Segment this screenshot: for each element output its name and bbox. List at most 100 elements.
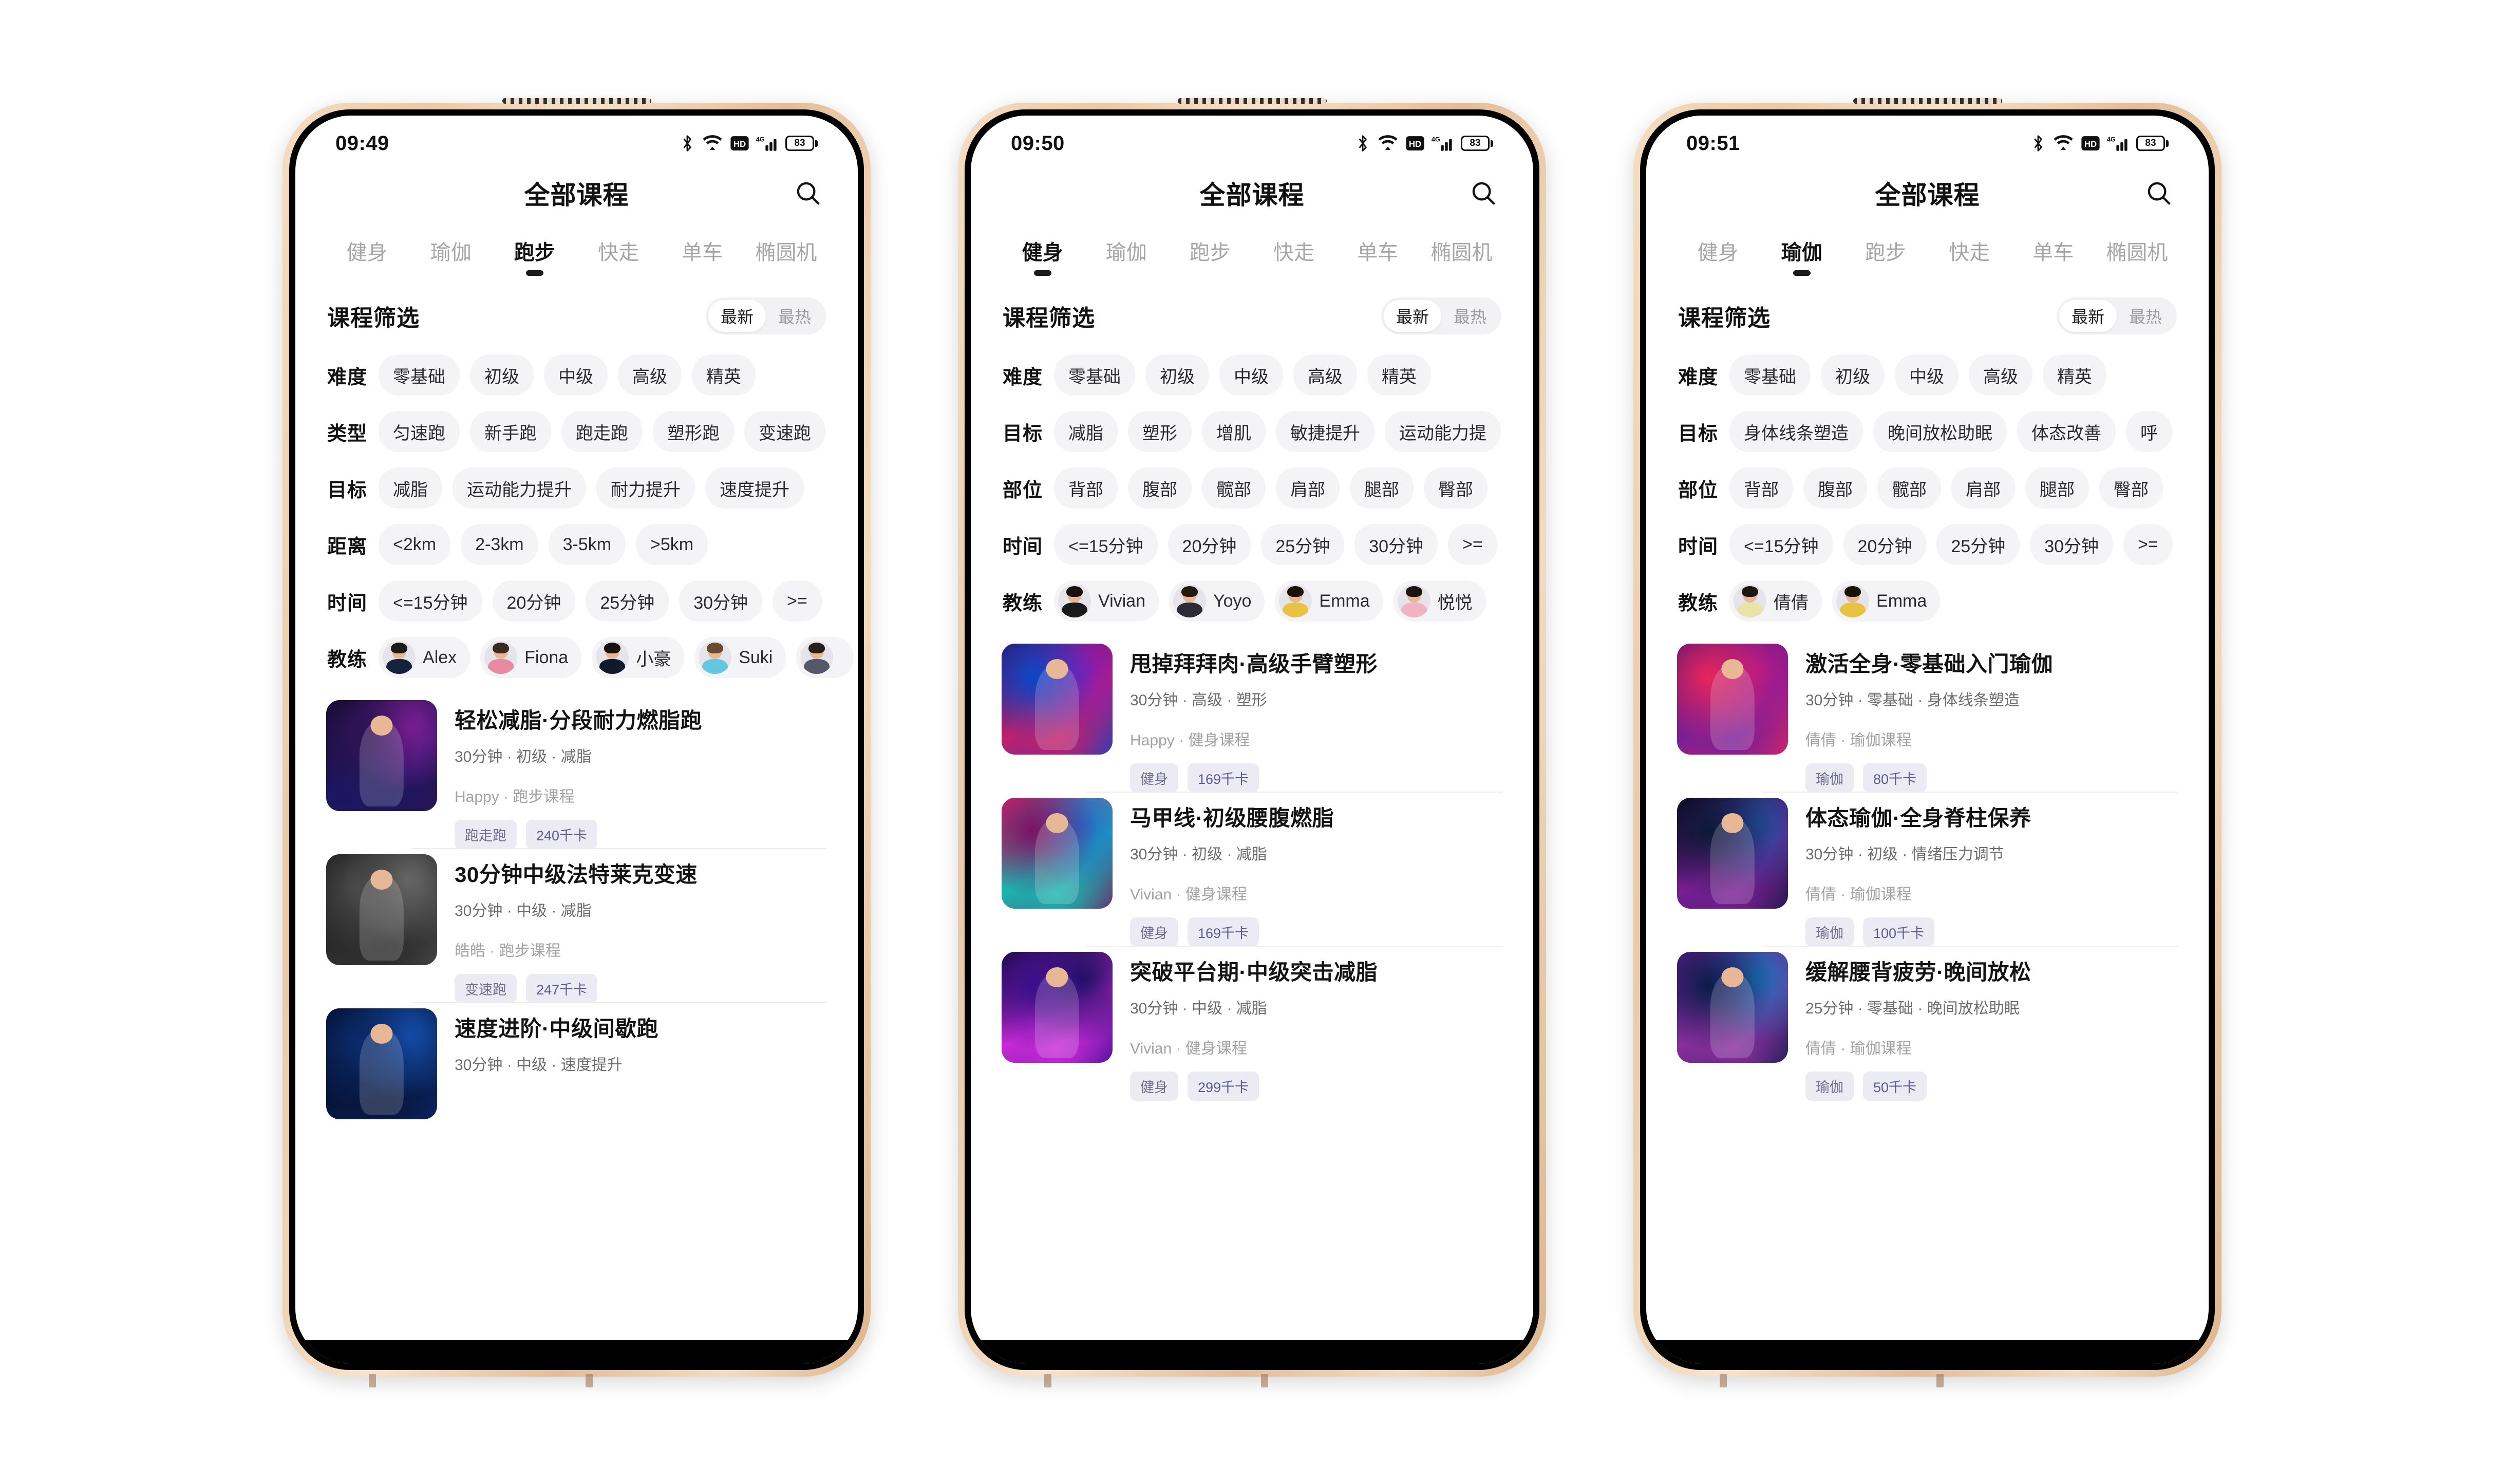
sort-toggle[interactable]: 最新 最热 — [2057, 297, 2177, 334]
filter-chip[interactable]: 运动能力提升 — [453, 467, 587, 509]
tab-跑步[interactable]: 跑步 — [493, 236, 576, 279]
filter-chip[interactable]: 肩部 — [1276, 467, 1340, 509]
sort-option-最热[interactable]: 最热 — [766, 300, 823, 332]
tab-单车[interactable]: 单车 — [1336, 236, 1420, 279]
filter-chip[interactable]: 塑形跑 — [653, 411, 735, 452]
filter-chip[interactable]: 零基础 — [1729, 354, 1811, 396]
filter-chip[interactable]: 呼 — [2126, 411, 2173, 452]
filter-chip[interactable]: 减脂 — [379, 467, 443, 509]
tab-跑步[interactable]: 跑步 — [1843, 236, 1927, 279]
search-icon[interactable] — [792, 177, 824, 209]
course-list-item[interactable]: 马甲线·初级腰腹燃脂 30分钟 · 初级 · 减脂 Vivian · 健身课程 健身 1… — [971, 792, 1533, 947]
tab-单车[interactable]: 单车 — [2011, 236, 2095, 279]
filter-chip[interactable]: 30分钟 — [679, 580, 763, 622]
filter-chip[interactable]: 精英 — [1367, 354, 1432, 396]
coach-chip[interactable] — [796, 637, 854, 678]
filter-chip[interactable]: 腿部 — [1350, 467, 1414, 509]
course-list-item[interactable]: 速度进阶·中级间歇跑 30分钟 · 中级 · 速度提升 — [295, 1002, 858, 1119]
filter-chip[interactable]: <=15分钟 — [1729, 524, 1833, 565]
filter-chip[interactable]: 跑走跑 — [561, 411, 643, 452]
filter-chip[interactable]: 变速跑 — [744, 411, 826, 452]
filter-chip[interactable]: 新手跑 — [470, 411, 552, 452]
sort-option-最新[interactable]: 最新 — [708, 300, 766, 332]
filter-chip[interactable]: 精英 — [2043, 354, 2107, 396]
filter-chip[interactable]: 20分钟 — [1843, 524, 1927, 565]
filter-chip[interactable]: 零基础 — [379, 354, 460, 396]
tab-瑜伽[interactable]: 瑜伽 — [1760, 236, 1843, 279]
filter-chip[interactable]: 腿部 — [2025, 467, 2089, 509]
tab-椭圆机[interactable]: 椭圆机 — [2095, 236, 2179, 279]
filter-chip[interactable]: 背部 — [1054, 467, 1118, 509]
coach-chip[interactable]: Suki — [694, 637, 786, 678]
tab-椭圆机[interactable]: 椭圆机 — [1420, 236, 1503, 279]
coach-chip[interactable]: Alex — [379, 637, 470, 678]
filter-chip[interactable]: 30分钟 — [2030, 524, 2114, 565]
filter-chip[interactable]: >= — [2123, 524, 2173, 565]
filter-chip[interactable]: 匀速跑 — [379, 411, 460, 452]
filter-chip[interactable]: 初级 — [470, 354, 534, 396]
tab-瑜伽[interactable]: 瑜伽 — [409, 236, 493, 279]
sort-toggle[interactable]: 最新 最热 — [706, 297, 826, 334]
coach-chip[interactable]: Fiona — [480, 637, 582, 678]
filter-chip[interactable]: 背部 — [1729, 467, 1794, 509]
filter-chip[interactable]: 速度提升 — [705, 467, 804, 509]
tab-健身[interactable]: 健身 — [1001, 236, 1084, 279]
filter-chip[interactable]: 20分钟 — [1168, 524, 1251, 565]
tab-瑜伽[interactable]: 瑜伽 — [1084, 236, 1168, 279]
course-list-item[interactable]: 激活全身·零基础入门瑜伽 30分钟 · 零基础 · 身体线条塑造 倩倩 · 瑜伽课程… — [1646, 644, 2209, 793]
filter-chip[interactable]: 肩部 — [1951, 467, 2016, 509]
filter-chip[interactable]: 25分钟 — [586, 580, 669, 622]
search-icon[interactable] — [2143, 177, 2175, 209]
filter-chip[interactable]: >5km — [636, 524, 708, 565]
filter-chip[interactable]: 增肌 — [1202, 411, 1266, 452]
filter-chip[interactable]: 精英 — [692, 354, 756, 396]
filter-chip[interactable]: 初级 — [1145, 354, 1210, 396]
filter-chip[interactable]: 晚间放松助眠 — [1873, 411, 2007, 452]
filter-chip[interactable]: 零基础 — [1054, 354, 1136, 396]
coach-chip[interactable]: Vivian — [1054, 580, 1159, 622]
search-icon[interactable] — [1467, 177, 1499, 209]
course-list-item[interactable]: 体态瑜伽·全身脊柱保养 30分钟 · 初级 · 情绪压力调节 倩倩 · 瑜伽课程 瑜伽… — [1646, 792, 2209, 947]
filter-chip[interactable]: 高级 — [1293, 354, 1358, 396]
sort-option-最新[interactable]: 最新 — [1384, 300, 1441, 332]
tab-快走[interactable]: 快走 — [577, 236, 661, 279]
course-list-item[interactable]: 突破平台期·中级突击减脂 30分钟 · 中级 · 减脂 Vivian · 健身课程健… — [971, 946, 1533, 1101]
course-list-item[interactable]: 甩掉拜拜肉·高级手臂塑形 30分钟 · 高级 · 塑形 Happy · 健身课程 健身… — [971, 644, 1533, 793]
filter-chip[interactable]: 髋部 — [1877, 467, 1942, 509]
filter-chip[interactable]: 减脂 — [1054, 411, 1118, 452]
filter-chip[interactable]: 塑形 — [1128, 411, 1192, 452]
filter-chip[interactable]: 体态改善 — [2017, 411, 2116, 452]
course-list-item[interactable]: 缓解腰背疲劳·晚间放松 25分钟 · 零基础 · 晚间放松助眠 倩倩 · 瑜伽课程瑜… — [1646, 946, 2209, 1101]
coach-chip[interactable]: 倩倩 — [1729, 580, 1822, 622]
course-list-item[interactable]: 30分钟中级法特莱克变速 30分钟 · 中级 · 减脂 皓皓 · 跑步课程 变速跑 24… — [295, 848, 858, 1003]
filter-chip[interactable]: 腹部 — [1128, 467, 1192, 509]
filter-chip[interactable]: <2km — [379, 524, 451, 565]
filter-chip[interactable]: 运动能力提 — [1385, 411, 1501, 452]
filter-chip[interactable]: 25分钟 — [1936, 524, 2020, 565]
coach-chip[interactable]: Emma — [1275, 580, 1383, 622]
filter-chip[interactable]: 高级 — [618, 354, 682, 396]
filter-chip[interactable]: >= — [1448, 524, 1497, 565]
filter-chip[interactable]: 髋部 — [1202, 467, 1266, 509]
course-list-item[interactable]: 轻松减脂·分段耐力燃脂跑 30分钟 · 初级 · 减脂 Happy · 跑步课程 跑走… — [295, 700, 858, 849]
filter-chip[interactable]: 臀部 — [2099, 467, 2163, 509]
tab-跑步[interactable]: 跑步 — [1168, 236, 1252, 279]
filter-chip[interactable]: 高级 — [1969, 354, 2033, 396]
tab-单车[interactable]: 单车 — [661, 236, 744, 279]
filter-chip[interactable]: 中级 — [1219, 354, 1284, 396]
filter-chip[interactable]: 20分钟 — [492, 580, 576, 622]
coach-chip[interactable]: Emma — [1832, 580, 1941, 622]
filter-chip[interactable]: 腹部 — [1803, 467, 1868, 509]
filter-chip[interactable]: 敏捷提升 — [1276, 411, 1375, 452]
tab-快走[interactable]: 快走 — [1252, 236, 1336, 279]
filter-chip[interactable]: 初级 — [1821, 354, 1885, 396]
filter-chip[interactable]: <=15分钟 — [379, 580, 482, 622]
filter-chip[interactable]: 2-3km — [461, 524, 538, 565]
sort-toggle[interactable]: 最新 最热 — [1381, 297, 1501, 334]
sort-option-最新[interactable]: 最新 — [2059, 300, 2117, 332]
filter-chip[interactable]: 中级 — [1895, 354, 1959, 396]
tab-椭圆机[interactable]: 椭圆机 — [744, 236, 828, 279]
filter-chip[interactable]: 身体线条塑造 — [1729, 411, 1863, 452]
coach-chip[interactable]: 悦悦 — [1393, 580, 1486, 622]
sort-option-最热[interactable]: 最热 — [2117, 300, 2174, 332]
